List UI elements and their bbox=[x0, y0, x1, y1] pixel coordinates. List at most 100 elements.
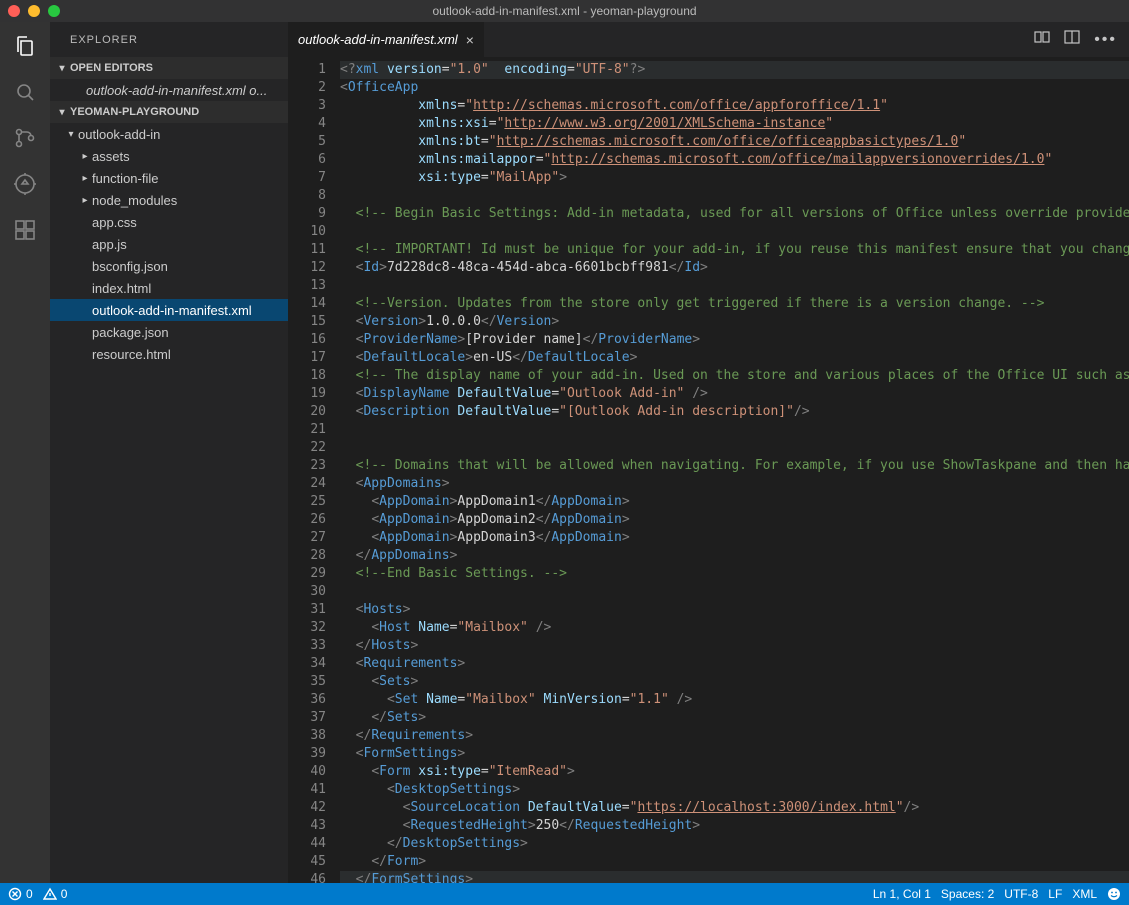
more-actions-icon[interactable]: ••• bbox=[1094, 31, 1117, 49]
file-tree-item[interactable]: app.js bbox=[50, 233, 288, 255]
code-line[interactable]: <Set Name="Mailbox" MinVersion="1.1" /> bbox=[340, 691, 1129, 709]
file-tree-label: app.js bbox=[92, 237, 127, 252]
code-line[interactable]: <Description DefaultValue="[Outlook Add-… bbox=[340, 403, 1129, 421]
file-tree-item[interactable]: ▾outlook-add-in bbox=[50, 123, 288, 145]
workspace-header[interactable]: ▾ YEOMAN-PLAYGROUND bbox=[50, 101, 288, 123]
code-line[interactable]: <!-- The display name of your add-in. Us… bbox=[340, 367, 1129, 385]
file-tree-item[interactable]: ▸assets bbox=[50, 145, 288, 167]
file-tree-item[interactable]: ▸function-file bbox=[50, 167, 288, 189]
sidebar-title: EXPLORER bbox=[50, 22, 288, 57]
file-tree-label: function-file bbox=[92, 171, 158, 186]
code-line[interactable]: </Sets> bbox=[340, 709, 1129, 727]
code-line[interactable]: <DesktopSettings> bbox=[340, 781, 1129, 799]
code-line[interactable]: <Sets> bbox=[340, 673, 1129, 691]
explorer-icon[interactable] bbox=[11, 32, 39, 60]
file-tree-item[interactable]: app.css bbox=[50, 211, 288, 233]
close-window-button[interactable] bbox=[8, 5, 20, 17]
code-line[interactable]: <DefaultLocale>en-US</DefaultLocale> bbox=[340, 349, 1129, 367]
code-line[interactable]: <Id>7d228dc8-48ca-454d-abca-6601bcbff981… bbox=[340, 259, 1129, 277]
code-line[interactable]: <!-- Domains that will be allowed when n… bbox=[340, 457, 1129, 475]
code-line[interactable] bbox=[340, 583, 1129, 601]
status-eol[interactable]: LF bbox=[1048, 887, 1062, 901]
errors-count: 0 bbox=[26, 887, 33, 901]
file-tree-label: package.json bbox=[92, 325, 169, 340]
code-line[interactable]: <FormSettings> bbox=[340, 745, 1129, 763]
close-icon[interactable]: × bbox=[466, 32, 474, 48]
code-line[interactable]: </Hosts> bbox=[340, 637, 1129, 655]
file-tree-label: resource.html bbox=[92, 347, 171, 362]
window-title: outlook-add-in-manifest.xml - yeoman-pla… bbox=[0, 4, 1129, 18]
code-line[interactable]: <Host Name="Mailbox" /> bbox=[340, 619, 1129, 637]
code-line[interactable]: <!-- IMPORTANT! Id must be unique for yo… bbox=[340, 241, 1129, 259]
code-line[interactable]: <?xml version="1.0" encoding="UTF-8"?> bbox=[340, 61, 1129, 79]
code-line[interactable]: xsi:type="MailApp"> bbox=[340, 169, 1129, 187]
status-errors[interactable]: 0 bbox=[8, 887, 33, 901]
chevron-down-icon: ▾ bbox=[54, 63, 70, 74]
file-tree-item[interactable]: resource.html bbox=[50, 343, 288, 365]
file-tree-label: app.css bbox=[92, 215, 137, 230]
maximize-window-button[interactable] bbox=[48, 5, 60, 17]
code-line[interactable] bbox=[340, 187, 1129, 205]
status-warnings[interactable]: 0 bbox=[43, 887, 68, 901]
compare-changes-icon[interactable] bbox=[1034, 29, 1050, 50]
status-indent[interactable]: Spaces: 2 bbox=[941, 887, 994, 901]
status-cursor[interactable]: Ln 1, Col 1 bbox=[873, 887, 931, 901]
code-line[interactable]: <Version>1.0.0.0</Version> bbox=[340, 313, 1129, 331]
split-editor-icon[interactable] bbox=[1064, 29, 1080, 50]
code-line[interactable]: </AppDomains> bbox=[340, 547, 1129, 565]
file-tree-item[interactable]: bsconfig.json bbox=[50, 255, 288, 277]
code-line[interactable] bbox=[340, 439, 1129, 457]
chevron-right-icon: ▸ bbox=[78, 151, 92, 162]
code-line[interactable]: <AppDomains> bbox=[340, 475, 1129, 493]
feedback-icon[interactable] bbox=[1107, 887, 1121, 901]
code-line[interactable] bbox=[340, 277, 1129, 295]
code-line[interactable]: <RequestedHeight>250</RequestedHeight> bbox=[340, 817, 1129, 835]
file-tree-item[interactable]: outlook-add-in-manifest.xml bbox=[50, 299, 288, 321]
minimize-window-button[interactable] bbox=[28, 5, 40, 17]
code-line[interactable]: </FormSettings> bbox=[340, 871, 1129, 883]
code-line[interactable]: <SourceLocation DefaultValue="https://lo… bbox=[340, 799, 1129, 817]
open-editor-item[interactable]: outlook-add-in-manifest.xml o... bbox=[50, 79, 288, 101]
code-line[interactable]: xmlns:xsi="http://www.w3.org/2001/XMLSch… bbox=[340, 115, 1129, 133]
tab-label: outlook-add-in-manifest.xml bbox=[298, 32, 458, 47]
code-line[interactable]: <!--Version. Updates from the store only… bbox=[340, 295, 1129, 313]
code-line[interactable]: <Requirements> bbox=[340, 655, 1129, 673]
extensions-icon[interactable] bbox=[11, 216, 39, 244]
code-content[interactable]: <?xml version="1.0" encoding="UTF-8"?><O… bbox=[340, 57, 1129, 883]
code-editor[interactable]: 1234567891011121314151617181920212223242… bbox=[288, 57, 1129, 883]
code-line[interactable]: </Requirements> bbox=[340, 727, 1129, 745]
code-line[interactable]: <DisplayName DefaultValue="Outlook Add-i… bbox=[340, 385, 1129, 403]
code-line[interactable]: <ProviderName>[Provider name]</ProviderN… bbox=[340, 331, 1129, 349]
file-tree-label: index.html bbox=[92, 281, 151, 296]
editor-area: outlook-add-in-manifest.xml × ••• 123456… bbox=[288, 22, 1129, 883]
file-tree-label: outlook-add-in bbox=[78, 127, 160, 142]
workspace-label: YEOMAN-PLAYGROUND bbox=[70, 106, 199, 118]
code-line[interactable]: </DesktopSettings> bbox=[340, 835, 1129, 853]
search-icon[interactable] bbox=[11, 78, 39, 106]
file-tree-item[interactable]: ▸node_modules bbox=[50, 189, 288, 211]
open-editors-header[interactable]: ▾ OPEN EDITORS bbox=[50, 57, 288, 79]
code-line[interactable]: xmlns:mailappor="http://schemas.microsof… bbox=[340, 151, 1129, 169]
code-line[interactable]: <AppDomain>AppDomain1</AppDomain> bbox=[340, 493, 1129, 511]
activity-bar bbox=[0, 22, 50, 883]
code-line[interactable]: <!-- Begin Basic Settings: Add-in metada… bbox=[340, 205, 1129, 223]
code-line[interactable]: xmlns:bt="http://schemas.microsoft.com/o… bbox=[340, 133, 1129, 151]
code-line[interactable]: <Hosts> bbox=[340, 601, 1129, 619]
file-tree-item[interactable]: index.html bbox=[50, 277, 288, 299]
code-line[interactable]: <AppDomain>AppDomain3</AppDomain> bbox=[340, 529, 1129, 547]
status-bar: 0 0 Ln 1, Col 1 Spaces: 2 UTF-8 LF XML bbox=[0, 883, 1129, 905]
file-tree-item[interactable]: package.json bbox=[50, 321, 288, 343]
code-line[interactable]: <AppDomain>AppDomain2</AppDomain> bbox=[340, 511, 1129, 529]
code-line[interactable]: </Form> bbox=[340, 853, 1129, 871]
code-line[interactable]: <!--End Basic Settings. --> bbox=[340, 565, 1129, 583]
debug-icon[interactable] bbox=[11, 170, 39, 198]
status-encoding[interactable]: UTF-8 bbox=[1004, 887, 1038, 901]
code-line[interactable]: xmlns="http://schemas.microsoft.com/offi… bbox=[340, 97, 1129, 115]
code-line[interactable] bbox=[340, 223, 1129, 241]
status-language[interactable]: XML bbox=[1072, 887, 1097, 901]
source-control-icon[interactable] bbox=[11, 124, 39, 152]
tab-active[interactable]: outlook-add-in-manifest.xml × bbox=[288, 22, 485, 57]
code-line[interactable]: <OfficeApp bbox=[340, 79, 1129, 97]
code-line[interactable]: <Form xsi:type="ItemRead"> bbox=[340, 763, 1129, 781]
code-line[interactable] bbox=[340, 421, 1129, 439]
